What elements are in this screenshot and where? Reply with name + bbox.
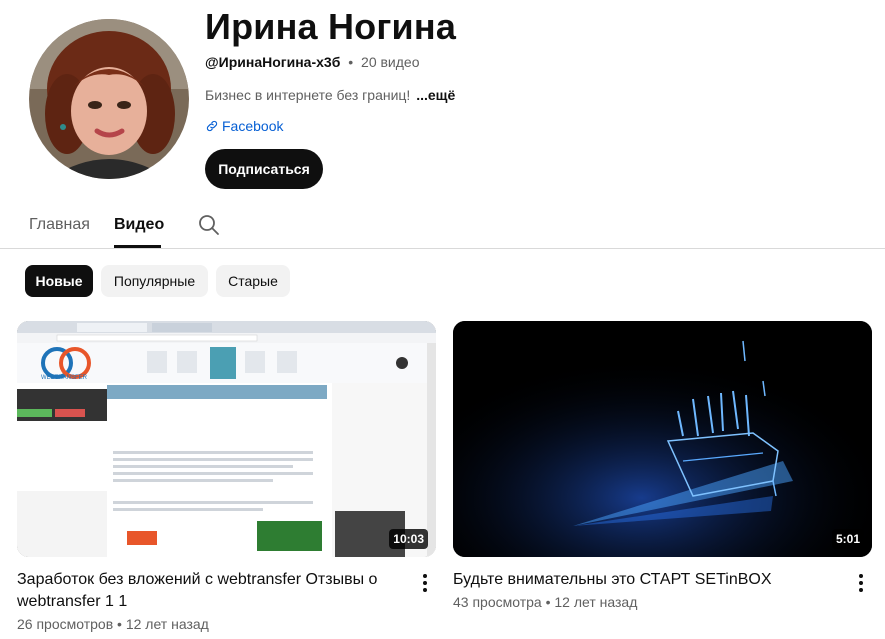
channel-handle: @ИринаНогина-х3б: [205, 54, 341, 70]
channel-name: Ирина Ногина: [205, 6, 457, 47]
video-title[interactable]: Будьте внимательны это СТАРТ SETinBOX: [453, 569, 838, 591]
thumb-logo-text: WEBTRANSFER: [41, 375, 88, 381]
video-views: 43 просмотра: [453, 594, 542, 610]
video-views: 26 просмотров: [17, 616, 114, 632]
meta-separator: •: [117, 616, 126, 632]
tab-videos[interactable]: Видео: [114, 216, 164, 234]
webtransfer-screenshot-thumbnail: WEBTRANSFER: [17, 321, 436, 557]
tab-search[interactable]: [197, 213, 221, 237]
channel-avatar[interactable]: [29, 19, 189, 179]
video-count: 20 видео: [361, 54, 420, 70]
video-meta: 26 просмотров • 12 лет назад: [17, 616, 209, 632]
active-tab-indicator: [114, 245, 161, 248]
video-duration: 10:03: [389, 529, 428, 549]
video-age: 12 лет назад: [554, 594, 638, 610]
video-menu-button[interactable]: [413, 571, 437, 595]
video-thumbnail-1[interactable]: WEBTRANSFER 10:03: [17, 321, 436, 557]
facebook-link-label: Facebook: [222, 118, 284, 134]
video-menu-button[interactable]: [849, 571, 873, 595]
channel-tabs: Главная Видео: [0, 200, 885, 249]
more-link[interactable]: ...ещё: [416, 87, 455, 103]
video-title[interactable]: Заработок без вложений с webtransfer Отз…: [17, 569, 402, 613]
link-icon: [206, 120, 218, 132]
video-duration: 5:01: [831, 529, 864, 549]
channel-description[interactable]: Бизнес в интернете без границ! ...ещё: [205, 87, 455, 103]
more-vert-icon: [423, 574, 427, 592]
laser-show-thumbnail: [453, 321, 872, 557]
search-icon: [199, 215, 219, 235]
chip-popular[interactable]: Популярные: [101, 265, 208, 297]
tab-home[interactable]: Главная: [29, 216, 90, 234]
video-meta: 43 просмотра • 12 лет назад: [453, 594, 637, 610]
chip-old[interactable]: Старые: [216, 265, 290, 297]
channel-meta: @ИринаНогина-х3б • 20 видео: [205, 54, 420, 70]
subscribe-button[interactable]: Подписаться: [205, 149, 323, 189]
more-vert-icon: [859, 574, 863, 592]
description-text: Бизнес в интернете без границ!: [205, 87, 411, 103]
video-age: 12 лет назад: [125, 616, 209, 632]
meta-separator: •: [348, 54, 354, 70]
video-thumbnail-2[interactable]: 5:01: [453, 321, 872, 557]
facebook-link[interactable]: Facebook: [205, 118, 283, 134]
chip-new[interactable]: Новые: [25, 265, 93, 297]
avatar-photo: [29, 19, 189, 179]
